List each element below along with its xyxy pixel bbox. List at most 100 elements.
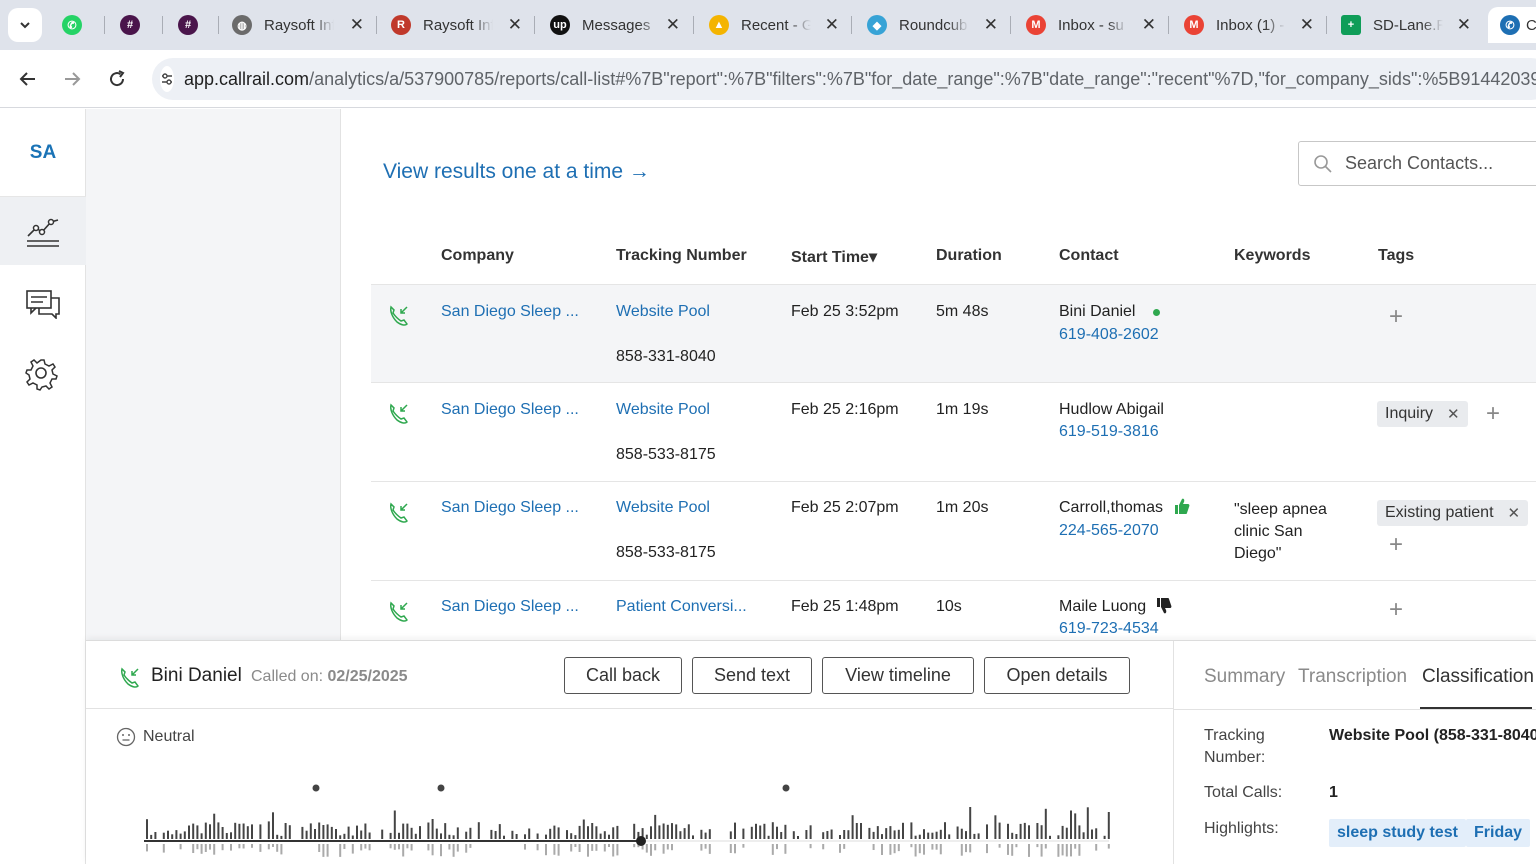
table-row[interactable]: San Diego Sleep ... Website Pool 858-533… — [371, 482, 1536, 581]
tab-inbox-2[interactable]: M Inbox (1) - ✕ — [1184, 7, 1314, 43]
waveform-bar-caller — [1057, 844, 1060, 857]
tab-whatsapp[interactable]: ✆ — [62, 7, 98, 43]
close-icon[interactable]: ✕ — [666, 15, 680, 35]
tab-raysoft-2[interactable]: R Raysoft Inf ✕ — [391, 7, 522, 43]
close-icon[interactable]: ✕ — [1300, 15, 1314, 35]
column-header-tracking-number[interactable]: Tracking Number — [616, 247, 747, 265]
close-icon[interactable]: ✕ — [1142, 15, 1156, 35]
contact-phone-link[interactable]: 619-408-2602 — [1059, 326, 1159, 344]
contact-name[interactable]: Carroll,thomas — [1059, 499, 1163, 517]
tab-summary[interactable]: Summary — [1204, 666, 1285, 688]
back-button[interactable] — [13, 64, 43, 94]
tab-raysoft-1[interactable]: ◍ Raysoft Inf ✕ — [232, 7, 364, 43]
tab-drive[interactable]: ▲ Recent - G ✕ — [709, 7, 839, 43]
tab-callrail-active[interactable]: ✆ C — [1488, 7, 1536, 43]
add-tag-button[interactable]: + — [1486, 400, 1500, 428]
tracking-source-link[interactable]: Patient Conversi... — [616, 598, 747, 616]
tab-search-dropdown-button[interactable] — [8, 8, 42, 42]
waveform-bar-caller — [587, 844, 589, 857]
waveform-bar-caller — [616, 844, 619, 856]
send-text-button[interactable]: Send text — [692, 657, 812, 694]
highlight-chip[interactable]: sleep study test — [1329, 819, 1466, 847]
waveform-bar-agent — [969, 807, 972, 839]
contact-phone-link[interactable]: 619-519-3816 — [1059, 423, 1159, 441]
table-row[interactable]: San Diego Sleep ... Patient Conversi... … — [371, 581, 1536, 641]
inbound-call-icon — [390, 601, 408, 622]
highlight-marker[interactable] — [312, 784, 320, 792]
contact-name[interactable]: Bini Daniel — [1059, 303, 1135, 321]
tab-sd-lane[interactable]: + SD-Lane.R ✕ — [1341, 7, 1471, 43]
company-link[interactable]: San Diego Sleep ... — [441, 303, 579, 321]
contact-name[interactable]: Maile Luong — [1059, 598, 1146, 616]
close-icon[interactable]: ✕ — [1457, 15, 1471, 35]
tab-slack-1[interactable]: # — [120, 7, 156, 43]
waveform-bar-agent — [314, 829, 316, 839]
waveform-bar-agent — [524, 834, 526, 839]
waveform-bar-agent — [935, 831, 938, 839]
tracking-source-link[interactable]: Website Pool — [616, 303, 710, 321]
highlight-chip[interactable]: Friday — [1466, 819, 1531, 847]
remove-tag-icon[interactable]: ✕ — [1447, 405, 1460, 423]
table-row[interactable]: San Diego Sleep ... Website Pool 858-533… — [371, 383, 1536, 482]
waveform-bar-caller — [1040, 844, 1043, 857]
contact-phone-link[interactable]: 224-565-2070 — [1059, 522, 1159, 540]
close-icon[interactable]: ✕ — [508, 15, 522, 35]
rail-item-settings[interactable] — [0, 340, 86, 408]
tab-inbox-1[interactable]: M Inbox - su ✕ — [1026, 7, 1156, 43]
company-link[interactable]: San Diego Sleep ... — [441, 401, 579, 419]
company-link[interactable]: San Diego Sleep ... — [441, 598, 579, 616]
remove-tag-icon[interactable]: ✕ — [1508, 504, 1521, 522]
add-tag-button[interactable]: + — [1389, 531, 1403, 559]
waveform-bar-caller — [1011, 844, 1014, 856]
waveform-bar-caller — [192, 844, 195, 853]
close-icon[interactable]: ✕ — [825, 15, 839, 35]
tracking-source-link[interactable]: Website Pool — [616, 401, 710, 419]
add-tag-button[interactable]: + — [1389, 596, 1403, 624]
open-details-button[interactable]: Open details — [984, 657, 1130, 694]
column-header-company[interactable]: Company — [441, 247, 514, 265]
rail-item-conversations[interactable] — [0, 270, 86, 338]
call-audio-waveform[interactable] — [144, 781, 1114, 864]
close-icon[interactable]: ✕ — [350, 15, 364, 35]
waveform-bar-caller — [570, 844, 573, 852]
add-tag-button[interactable]: + — [1389, 303, 1403, 331]
waveform-bar-caller — [204, 844, 207, 852]
table-row[interactable]: San Diego Sleep ... Website Pool 858-331… — [371, 284, 1536, 383]
url-bar[interactable]: app.callrail.com/analytics/a/537900785/r… — [152, 58, 1536, 100]
sentiment-label: Neutral — [143, 728, 195, 745]
tab-slack-2[interactable]: # — [178, 7, 214, 43]
tracking-source-link[interactable]: Website Pool — [616, 499, 710, 517]
company-link[interactable]: San Diego Sleep ... — [441, 499, 579, 517]
highlight-marker[interactable] — [437, 784, 445, 792]
forward-button[interactable] — [57, 64, 87, 94]
column-header-duration[interactable]: Duration — [936, 247, 1002, 265]
waveform-bar-caller — [557, 844, 560, 856]
tab-classification[interactable]: Classification — [1422, 666, 1534, 688]
tab-transcription[interactable]: Transcription — [1298, 666, 1407, 688]
rail-item-analytics[interactable] — [0, 197, 86, 265]
tab-roundcube[interactable]: ◆ Roundcub ✕ — [867, 7, 998, 43]
view-results-one-at-a-time-link[interactable]: View results one at a time → — [383, 160, 650, 184]
reload-button[interactable] — [102, 64, 132, 94]
column-header-start-time[interactable]: Start Time▾ — [791, 247, 877, 267]
contact-phone-link[interactable]: 619-723-4534 — [1059, 620, 1159, 638]
search-contacts-input[interactable] — [1345, 153, 1536, 174]
close-icon[interactable]: ✕ — [984, 15, 998, 35]
site-settings-icon[interactable] — [160, 66, 174, 92]
waveform-bar-caller — [784, 844, 787, 854]
tab-messages[interactable]: up Messages ✕ — [550, 7, 680, 43]
column-header-contact[interactable]: Contact — [1059, 247, 1119, 265]
column-header-tags[interactable]: Tags — [1378, 247, 1414, 265]
highlight-marker[interactable] — [782, 784, 790, 792]
call-back-button[interactable]: Call back — [564, 657, 682, 694]
column-header-keywords[interactable]: Keywords — [1234, 247, 1310, 265]
search-contacts-box[interactable] — [1298, 141, 1536, 186]
view-timeline-button[interactable]: View timeline — [822, 657, 974, 694]
waveform-bar-agent — [150, 834, 153, 839]
contact-name[interactable]: Hudlow Abigail — [1059, 401, 1164, 419]
waveform-bar-agent — [582, 819, 585, 839]
playhead-handle[interactable] — [636, 836, 646, 846]
waveform-bar-caller — [700, 844, 703, 851]
waveform-bar-agent — [654, 814, 657, 839]
account-logo[interactable]: SA — [0, 109, 86, 197]
